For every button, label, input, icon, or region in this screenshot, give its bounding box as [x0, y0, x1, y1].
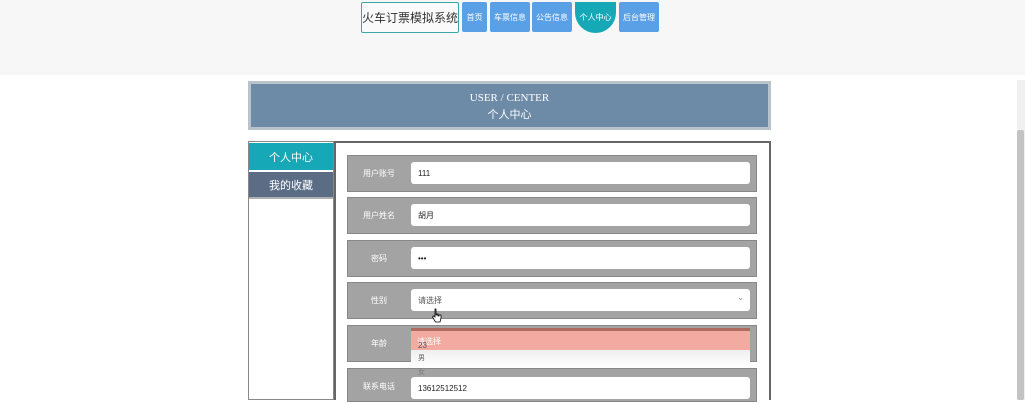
- gender-select[interactable]: 请选择: [411, 289, 750, 311]
- age-input-value[interactable]: 23: [418, 341, 427, 350]
- site-title[interactable]: 火车订票模拟系统: [361, 2, 459, 33]
- dropdown-option-male[interactable]: 男: [418, 353, 425, 363]
- nav-home[interactable]: 首页: [462, 2, 487, 32]
- nav-announcements[interactable]: 公告信息: [532, 2, 572, 32]
- name-input[interactable]: 胡月: [411, 204, 750, 226]
- gender-label: 性别: [371, 296, 387, 305]
- chevron-down-icon[interactable]: ⌄: [737, 293, 744, 302]
- sidebar-item-user-center[interactable]: 个人中心: [249, 143, 333, 170]
- form-row-name: 用户姓名 胡月: [347, 197, 757, 234]
- dropdown-option-female[interactable]: 女: [418, 367, 425, 377]
- age-label: 年龄: [371, 339, 387, 348]
- form-row-gender: 性别 请选择 ⌄: [347, 282, 757, 319]
- phone-label: 联系电话: [363, 382, 395, 391]
- name-label: 用户姓名: [363, 211, 395, 220]
- sidebar: 个人中心 我的收藏: [248, 141, 334, 400]
- sidebar-item-favorites[interactable]: 我的收藏: [249, 172, 333, 199]
- form-row-password: 密码 •••: [347, 240, 757, 277]
- scrollbar-thumb[interactable]: [1017, 130, 1024, 400]
- gender-dropdown-list: 男 女: [411, 350, 750, 376]
- nav-admin[interactable]: 后台管理: [619, 2, 659, 32]
- password-input[interactable]: •••: [411, 247, 750, 269]
- account-label: 用户账号: [363, 169, 395, 178]
- password-label: 密码: [371, 254, 387, 263]
- account-input[interactable]: 111: [411, 162, 750, 184]
- page-banner: USER / CENTER 个人中心: [248, 81, 771, 130]
- mouse-cursor-icon: [432, 308, 442, 323]
- gender-dropdown-highlighted-option[interactable]: 请选择 23: [411, 328, 750, 350]
- nav-ticket-info[interactable]: 车票信息: [490, 2, 530, 32]
- banner-title-en: USER / CENTER: [469, 92, 550, 104]
- phone-input[interactable]: 13612512512: [411, 377, 750, 399]
- form-row-account: 用户账号 111: [347, 155, 757, 192]
- form-row-phone: 联系电话 13612512512: [347, 368, 757, 402]
- banner-title-cn: 个人中心: [487, 109, 532, 121]
